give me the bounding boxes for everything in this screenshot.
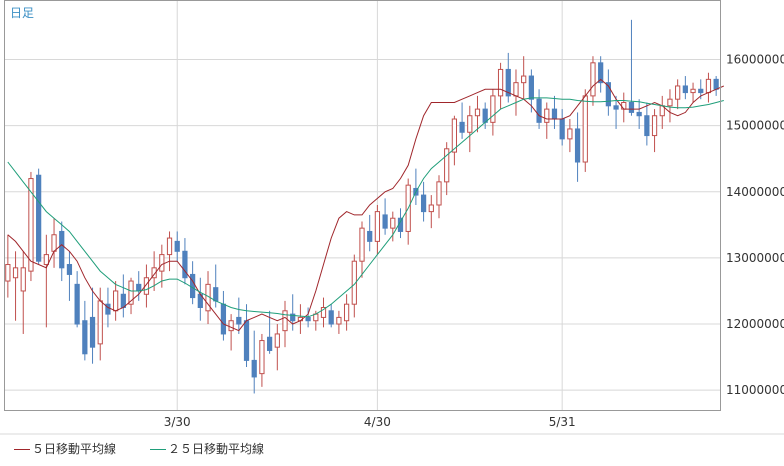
candle-body (82, 320, 88, 355)
candle-body (74, 283, 80, 325)
candle-body (51, 234, 57, 252)
chart-background (0, 0, 784, 434)
candle-body (36, 174, 42, 262)
candle-body (582, 95, 588, 163)
candle-body (497, 68, 504, 97)
candle-body (236, 316, 242, 325)
candle-body (467, 115, 473, 133)
legend: ５日移動平均線 ２５日移動平均線 (0, 434, 300, 460)
candle-body (336, 316, 342, 325)
legend-label-ma25: ２５日移動平均線 (168, 442, 265, 456)
y-tick-label: 16000000 (726, 53, 784, 67)
candle-body (282, 310, 288, 332)
candle-body (174, 240, 180, 252)
y-tick-label: 12000000 (726, 317, 784, 331)
candle-body (651, 115, 658, 137)
candle-body (367, 230, 373, 242)
candle-body (5, 264, 11, 282)
candle-body (274, 333, 280, 348)
candle-body (490, 95, 496, 123)
candle-body (613, 105, 619, 110)
legend-item-ma5: ５日移動平均線 (14, 440, 116, 457)
candle-body (228, 320, 234, 332)
candle-body (266, 336, 273, 351)
y-tick-label: 14000000 (726, 185, 784, 199)
x-tick-label: 4/30 (364, 415, 391, 429)
y-tick-label: 15000000 (726, 119, 784, 133)
candle-body (482, 108, 488, 123)
candle-body (159, 254, 165, 272)
legend-swatch-ma25 (150, 449, 166, 450)
candle-body (521, 75, 527, 84)
candle-body (459, 121, 465, 133)
legend-item-ma25: ２５日移動平均線 (150, 440, 264, 457)
candle-body (220, 303, 227, 335)
candle-body (705, 78, 712, 94)
candle-body (544, 108, 550, 123)
candle-body (97, 300, 103, 345)
candle-body (513, 82, 519, 97)
candle-body (166, 237, 173, 256)
candle-body (136, 283, 142, 292)
x-tick-label: 3/30 (164, 415, 191, 429)
candle-body (536, 98, 542, 123)
candle-body (675, 85, 681, 100)
candle-body (59, 230, 65, 269)
candle-body (474, 108, 481, 117)
candle-body (690, 88, 696, 94)
candle-body (698, 88, 704, 94)
y-tick-label: 11000000 (726, 383, 784, 397)
candlestick-chart: 11000000 12000000 13000000 14000000 15000000… (0, 0, 784, 435)
candle-body (528, 75, 534, 100)
candle-body (374, 211, 381, 242)
candle-body (243, 320, 250, 361)
candle-body (390, 217, 396, 229)
candle-body (420, 194, 427, 213)
candle-body (382, 214, 388, 229)
candle-body (251, 359, 257, 378)
y-tick-label: 13000000 (726, 251, 784, 265)
x-tick-label: 5/31 (549, 415, 576, 429)
legend-label-ma5: ５日移動平均線 (32, 442, 117, 456)
candle-body (66, 264, 73, 275)
candle-body (428, 204, 434, 213)
candle-body (89, 316, 96, 348)
candle-body (644, 115, 650, 137)
candle-body (359, 227, 365, 262)
candle-body (12, 267, 19, 279)
candle-body (682, 85, 688, 94)
candle-body (621, 102, 627, 110)
candle-body (628, 102, 635, 113)
candle-body (120, 293, 126, 309)
candle-body (567, 128, 573, 140)
candle-body (43, 254, 49, 266)
candle-body (343, 303, 350, 322)
candle-body (305, 316, 311, 322)
candle-body (436, 181, 442, 206)
legend-swatch-ma5 (14, 449, 30, 450)
candle-body (113, 290, 119, 312)
candle-body (574, 128, 581, 163)
candle-body (590, 62, 596, 97)
candle-body (713, 78, 719, 90)
candle-body (551, 108, 558, 120)
candle-body (20, 267, 26, 292)
candle-body (328, 310, 334, 325)
timeframe-label: 日足 (10, 6, 35, 20)
candle-body (559, 118, 565, 140)
candle-body (190, 273, 196, 299)
chart-area: 11000000 12000000 13000000 14000000 15000000… (0, 0, 784, 462)
candle-body (636, 111, 642, 117)
candle-body (213, 287, 219, 302)
candle-body (259, 340, 265, 375)
candle-body (667, 98, 673, 107)
